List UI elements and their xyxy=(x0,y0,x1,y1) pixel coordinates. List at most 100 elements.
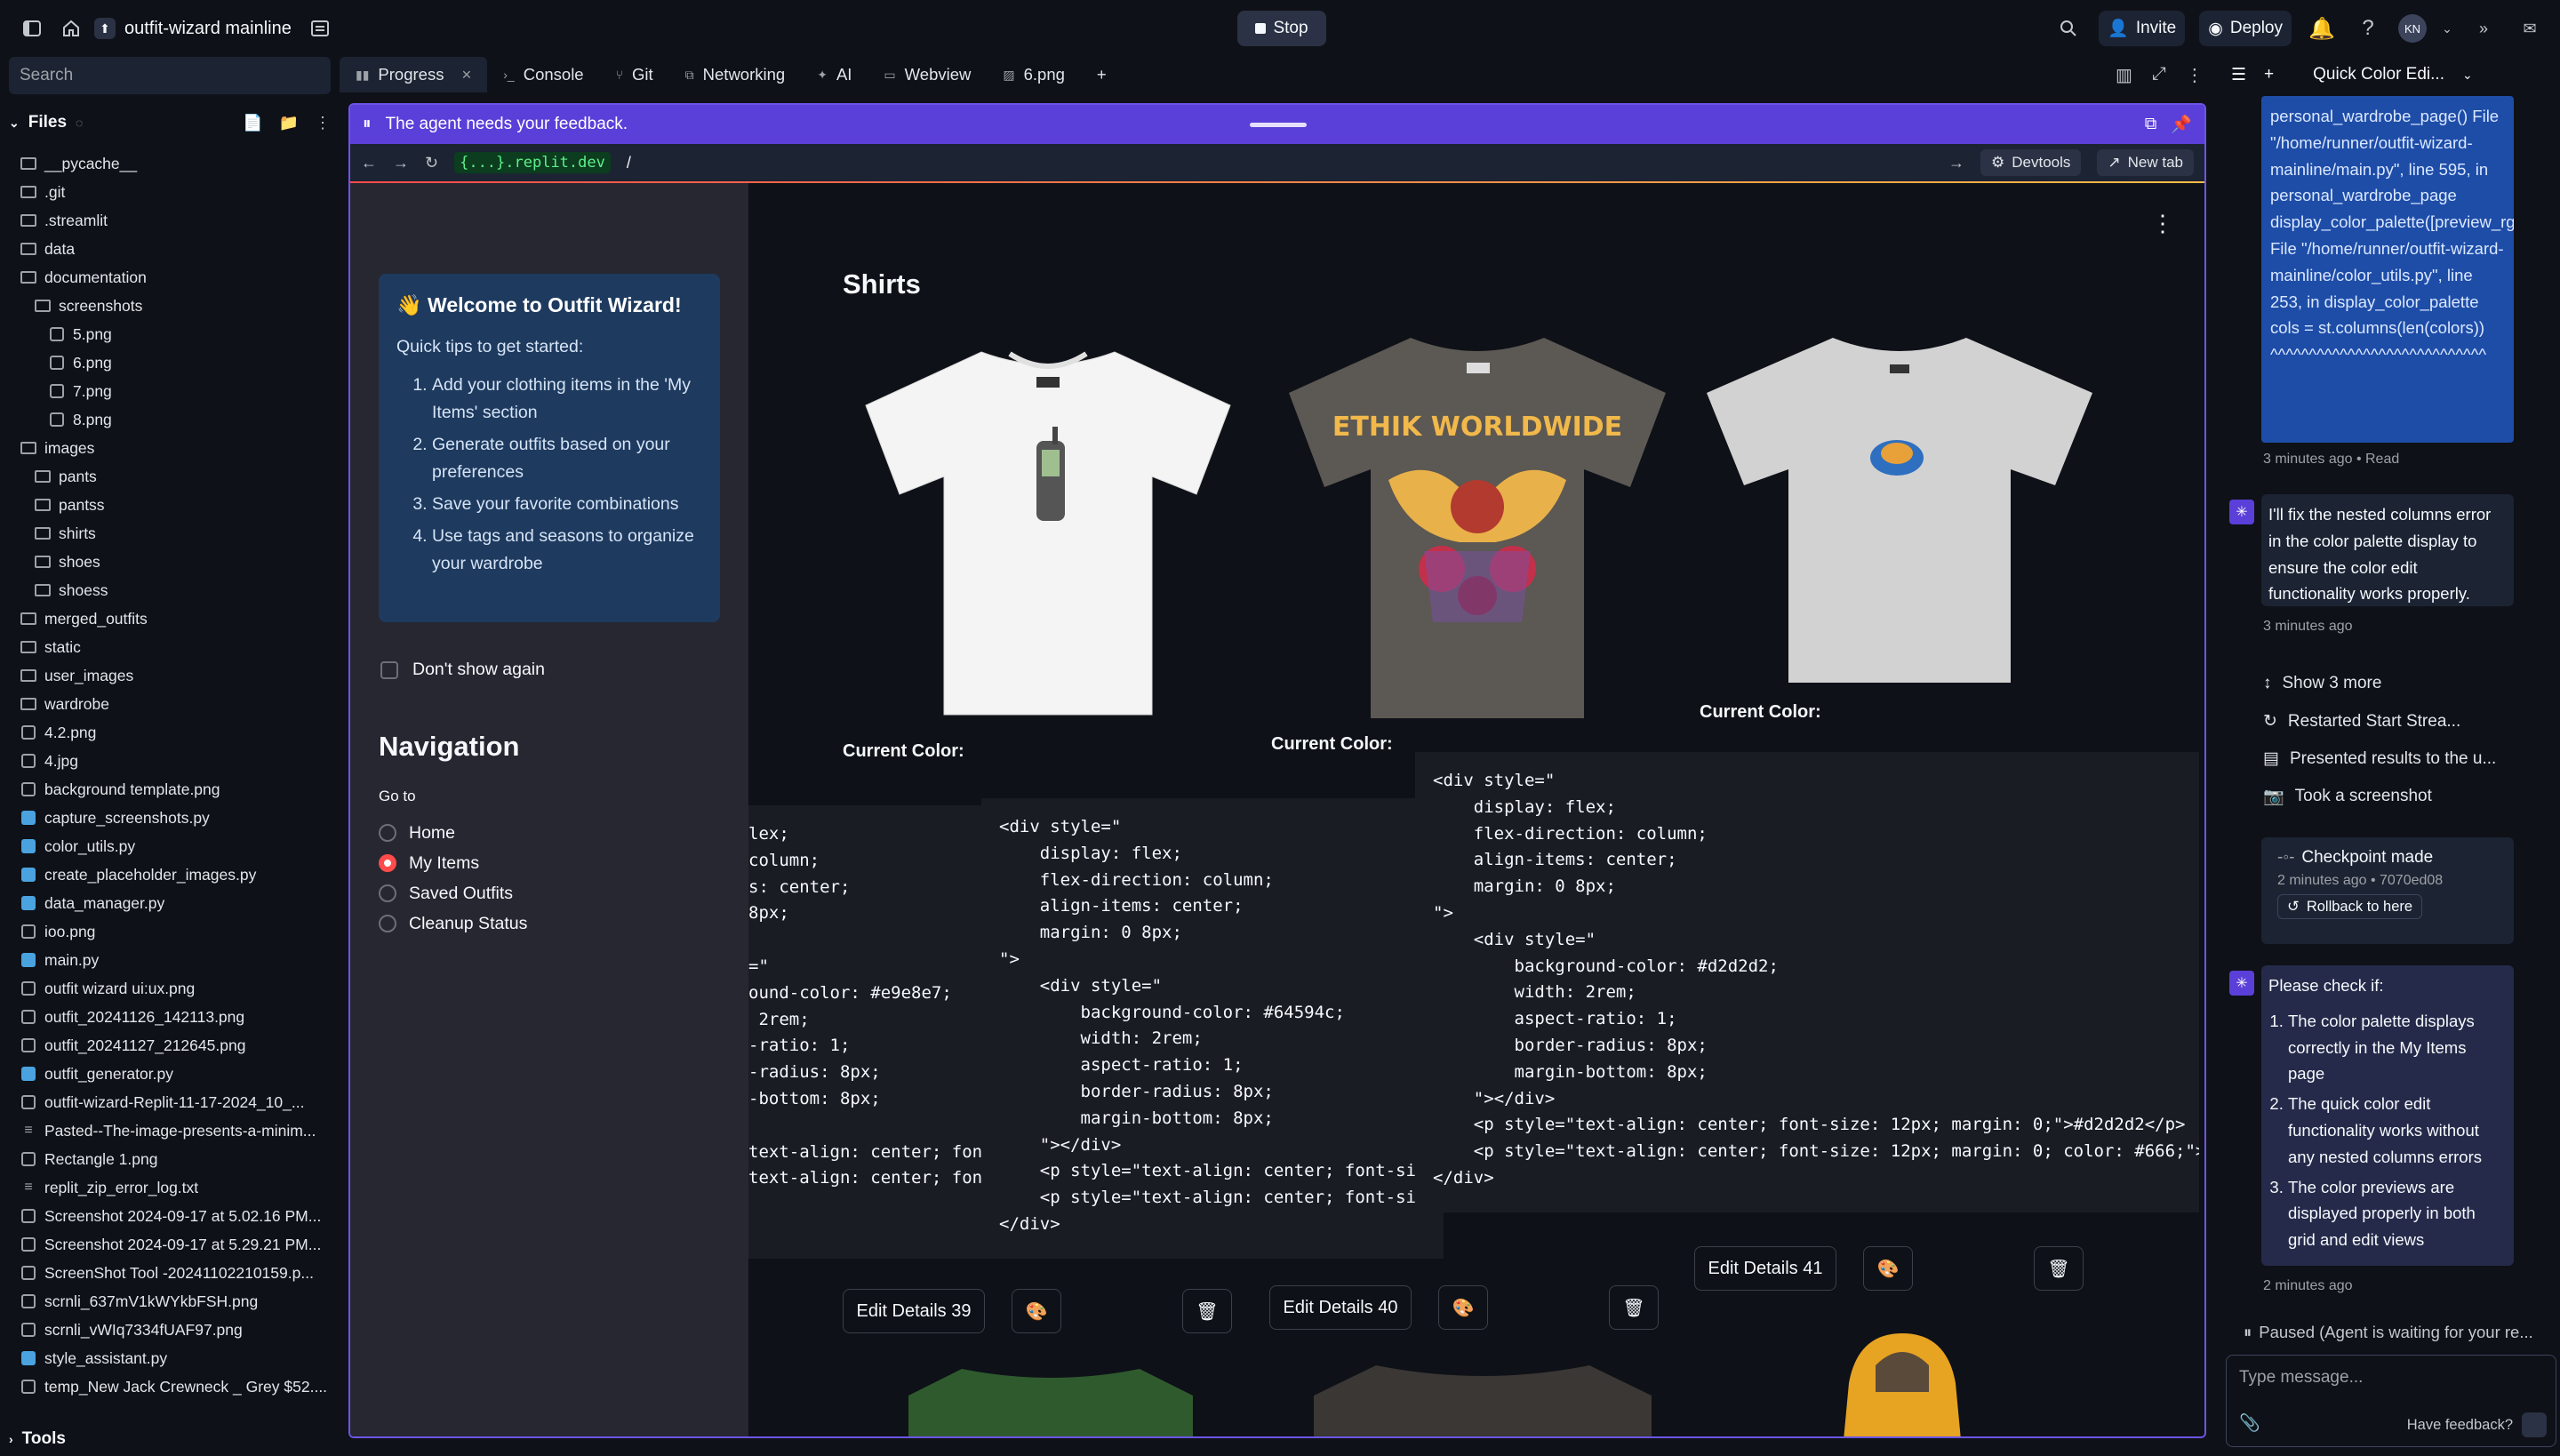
radio-circle[interactable] xyxy=(379,854,396,872)
help-icon[interactable]: ? xyxy=(2352,12,2384,44)
thread-title[interactable]: Quick Color Edi... xyxy=(2313,65,2444,84)
tab-git[interactable]: ⑂ Git xyxy=(600,57,669,92)
file-tree-item[interactable]: pantss xyxy=(0,491,332,519)
activity-screenshot[interactable]: 📷 Took a screenshot xyxy=(2263,786,2432,807)
file-tree-item[interactable]: images xyxy=(0,434,332,462)
edit-details-button[interactable]: Edit Details 39 xyxy=(843,1289,985,1333)
file-tree-item[interactable]: outfit wizard ui:ux.png xyxy=(0,974,332,1003)
file-tree-item[interactable]: shirts xyxy=(0,519,332,548)
file-tree-item[interactable]: data_manager.py xyxy=(0,889,332,917)
file-tree-item[interactable]: .streamlit xyxy=(0,206,332,235)
file-tree-item[interactable]: Screenshot 2024-09-17 at 5.02.16 PM... xyxy=(0,1202,332,1230)
nav-option[interactable]: Saved Outfits xyxy=(379,878,527,908)
tab-progress[interactable]: ▮▮ Progress × xyxy=(340,57,488,92)
edit-details-button[interactable]: Edit Details 41 xyxy=(1694,1246,1836,1291)
file-tree-item[interactable]: create_placeholder_images.py xyxy=(0,860,332,889)
file-tree-item[interactable]: shoes xyxy=(0,548,332,576)
delete-button[interactable]: 🗑 xyxy=(1182,1289,1232,1333)
plus-icon[interactable]: + xyxy=(2264,65,2274,84)
invite-button[interactable]: 👤 Invite xyxy=(2099,11,2186,46)
chevron-down-icon[interactable]: ⌄ xyxy=(2462,68,2473,83)
delete-button[interactable]: 🗑 xyxy=(1609,1285,1659,1330)
tab-webview[interactable]: ▭ Webview xyxy=(868,57,987,92)
file-tree-item[interactable]: ScreenShot Tool -20241102210159.p... xyxy=(0,1259,332,1287)
palette-button[interactable]: 🎨 xyxy=(1438,1285,1488,1330)
edit-details-button[interactable]: Edit Details 40 xyxy=(1269,1285,1412,1330)
forward-icon[interactable]: → xyxy=(393,154,409,172)
file-tree-item[interactable]: style_assistant.py xyxy=(0,1344,332,1372)
back-icon[interactable]: ← xyxy=(361,154,377,172)
app-menu-icon[interactable]: ⋮ xyxy=(2151,210,2174,237)
feedback-icon[interactable]: ✉ xyxy=(2514,12,2546,44)
message-input[interactable]: Type message... 📎 Have feedback? xyxy=(2226,1355,2556,1447)
dont-show-checkbox[interactable]: Don't show again xyxy=(380,660,545,680)
files-header[interactable]: ⌄ Files ◌ 📄 📁 ⋮ xyxy=(9,105,331,140)
reload-icon[interactable]: ↻ xyxy=(425,154,438,172)
file-tree-item[interactable]: data xyxy=(0,235,332,263)
file-tree-item[interactable]: 4.jpg xyxy=(0,747,332,775)
go-icon[interactable]: → xyxy=(1948,154,1964,172)
file-tree-item[interactable]: 5.png xyxy=(0,320,332,348)
chevron-down-icon[interactable]: ⌄ xyxy=(2441,12,2453,44)
home-icon[interactable] xyxy=(55,12,87,44)
file-tree-item[interactable]: outfit_20241126_142113.png xyxy=(0,1003,332,1031)
file-tree-item[interactable]: scrnli_637mV1kWYkbFSH.png xyxy=(0,1287,332,1316)
split-icon[interactable]: ▥ xyxy=(2116,64,2132,86)
close-icon[interactable]: × xyxy=(461,65,471,84)
file-tree-item[interactable]: shoess xyxy=(0,576,332,604)
file-tree-item[interactable]: merged_outfits xyxy=(0,604,332,633)
nav-option[interactable]: Cleanup Status xyxy=(379,908,527,939)
file-tree-item[interactable]: 8.png xyxy=(0,405,332,434)
file-tree-item[interactable]: outfit_generator.py xyxy=(0,1060,332,1088)
palette-button[interactable]: 🎨 xyxy=(1863,1246,1913,1291)
file-tree-item[interactable]: documentation xyxy=(0,263,332,292)
send-button[interactable] xyxy=(2522,1412,2547,1437)
new-file-icon[interactable]: 📄 xyxy=(243,114,262,132)
show-more-button[interactable]: ↕ Show 3 more xyxy=(2263,674,2381,693)
file-tree-item[interactable]: Screenshot 2024-09-17 at 5.29.21 PM... xyxy=(0,1230,332,1259)
tab-console[interactable]: ›_ Console xyxy=(487,57,599,92)
popout-icon[interactable]: ⧉ xyxy=(2145,115,2157,134)
feedback-link[interactable]: Have feedback? xyxy=(2407,1417,2513,1434)
file-tree-item[interactable]: Rectangle 1.png xyxy=(0,1145,332,1173)
file-tree-item[interactable]: ≡ replit_zip_error_log.txt xyxy=(0,1173,332,1202)
more-icon[interactable]: ⋮ xyxy=(315,114,331,132)
file-tree-item[interactable]: user_images xyxy=(0,661,332,690)
expand-icon[interactable]: ⤢ xyxy=(2152,64,2166,86)
file-tree-item[interactable]: scrnli_vWIq7334fUAF97.png xyxy=(0,1316,332,1344)
pin-icon[interactable]: 📌 xyxy=(2171,114,2192,135)
file-tree-item[interactable]: .git xyxy=(0,178,332,206)
file-tree-item[interactable]: wardrobe xyxy=(0,690,332,718)
file-tree-item[interactable]: temp_New Jack Crewneck _ Grey $52.... xyxy=(0,1372,332,1401)
search-input[interactable]: Search xyxy=(9,57,331,94)
attach-icon[interactable]: 📎 xyxy=(2239,1412,2260,1434)
sidebar-toggle-icon[interactable] xyxy=(16,12,48,44)
drag-handle[interactable] xyxy=(1250,123,1307,127)
checkbox-box[interactable] xyxy=(380,660,398,679)
file-tree-item[interactable]: background template.png xyxy=(0,775,332,804)
file-tree-item[interactable]: main.py xyxy=(0,946,332,974)
search-icon[interactable] xyxy=(2052,12,2084,44)
file-tree-item[interactable]: __pycache__ xyxy=(0,149,332,178)
more-icon[interactable]: ⋮ xyxy=(2186,64,2204,86)
file-tree-item[interactable]: outfit-wizard-Replit-11-17-2024_10_... xyxy=(0,1088,332,1116)
tab-ai[interactable]: ✦ AI xyxy=(801,57,868,92)
stop-button[interactable]: Stop xyxy=(1237,11,1326,46)
activity-presented[interactable]: ▤ Presented results to the u... xyxy=(2263,748,2496,769)
url-path[interactable]: / xyxy=(627,154,631,172)
new-tab-button[interactable]: ↗ New tab xyxy=(2097,149,2194,176)
add-tab-button[interactable]: + xyxy=(1081,57,1123,92)
file-tree-item[interactable]: capture_screenshots.py xyxy=(0,804,332,832)
bell-icon[interactable]: 🔔 xyxy=(2306,12,2338,44)
new-folder-icon[interactable]: 📁 xyxy=(279,114,299,132)
radio-circle[interactable] xyxy=(379,915,396,932)
palette-button[interactable]: 🎨 xyxy=(1012,1289,1061,1333)
nav-option[interactable]: My Items xyxy=(379,848,527,878)
delete-button[interactable]: 🗑 xyxy=(2034,1246,2084,1291)
radio-circle[interactable] xyxy=(379,824,396,842)
file-tree-item[interactable]: screenshots xyxy=(0,292,332,320)
file-tree-item[interactable]: static xyxy=(0,633,332,661)
devtools-button[interactable]: ⚙ Devtools xyxy=(1980,149,2082,176)
file-tree-item[interactable]: ≡ Pasted--The-image-presents-a-minim... xyxy=(0,1116,332,1145)
file-tree-item[interactable]: 4.2.png xyxy=(0,718,332,747)
